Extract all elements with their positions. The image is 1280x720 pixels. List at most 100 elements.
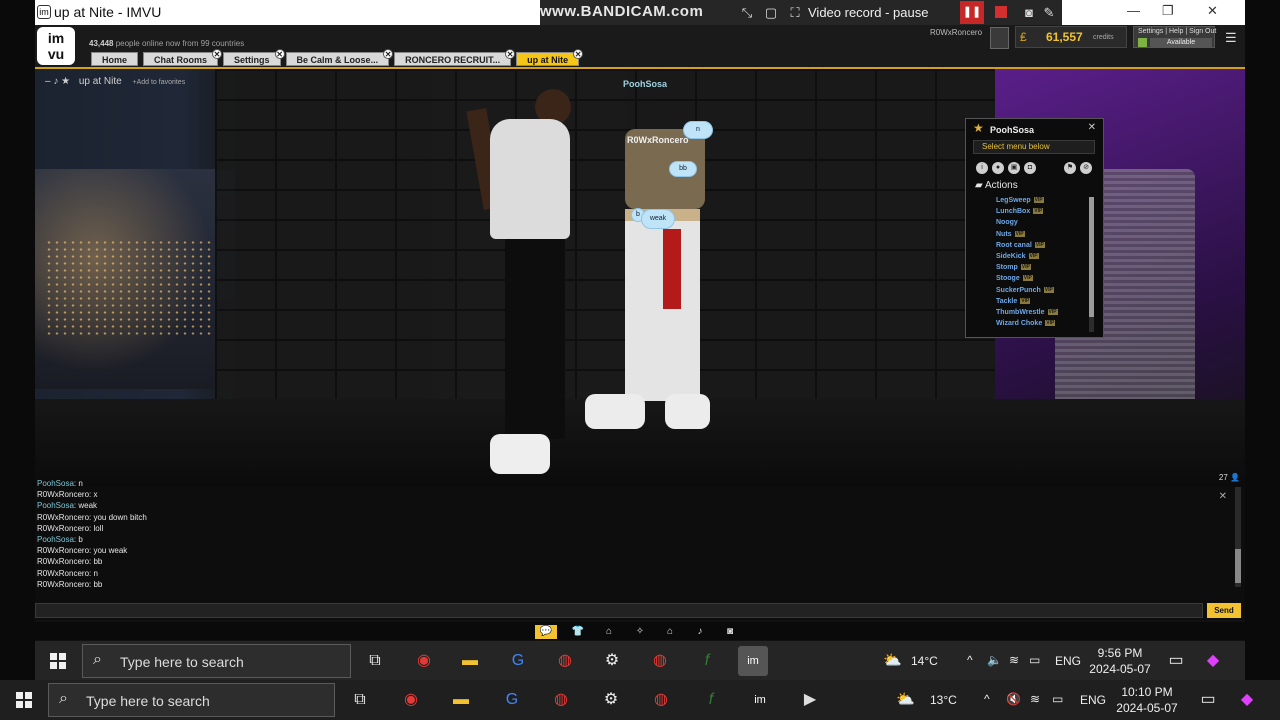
action-item[interactable]: SideKick VIP xyxy=(996,252,1086,264)
close-tab-icon[interactable]: ✕ xyxy=(573,49,584,59)
pen-icon[interactable]: ✎ xyxy=(1040,4,1058,22)
menu-scrollbar[interactable] xyxy=(1089,197,1094,332)
gift-icon[interactable]: ▣ xyxy=(1008,162,1020,174)
mute-icon[interactable]: 🔇 xyxy=(1006,692,1021,706)
minus-icon[interactable]: – xyxy=(45,76,51,87)
fullscreen-icon[interactable]: ⛶ xyxy=(786,4,804,22)
action-item[interactable]: Noogy xyxy=(996,219,1086,230)
close-tab-icon[interactable]: ✕ xyxy=(383,49,394,59)
availability-select[interactable]: Available xyxy=(1150,38,1212,47)
chevron-up-icon[interactable]: ^ xyxy=(984,692,990,706)
close-tab-icon[interactable]: ✕ xyxy=(274,49,285,59)
search-box[interactable]: ⌕ Type here to search xyxy=(48,683,335,717)
volume-icon[interactable]: 🔈 xyxy=(987,653,1002,667)
google-icon[interactable]: G xyxy=(503,646,533,676)
chevron-up-icon[interactable]: ^ xyxy=(967,653,973,667)
tab-be-calm[interactable]: Be Calm & Loose... ✕ xyxy=(285,49,394,66)
close-tab-icon[interactable]: ✕ xyxy=(505,49,516,59)
nametag-roncero[interactable]: R0WxRoncero xyxy=(627,135,689,145)
minimize-icon[interactable]: — xyxy=(1127,3,1140,18)
chrome-icon[interactable]: ◍ xyxy=(645,646,675,676)
scroll-thumb[interactable] xyxy=(1089,197,1094,317)
stop-button[interactable] xyxy=(995,6,1007,18)
pose-icon[interactable]: ✧ xyxy=(629,625,651,639)
room-scene[interactable]: PoohSosa R0WxRoncero n bb b weak – ♪ ★ u… xyxy=(35,69,1245,487)
resize-icon[interactable]: ⤡ xyxy=(738,4,756,22)
tab-home[interactable]: Home xyxy=(91,52,139,66)
photo-icon[interactable]: ◘ xyxy=(1024,162,1036,174)
pause-button[interactable]: ❚❚ xyxy=(960,1,984,24)
chat-scrollbar[interactable] xyxy=(1235,487,1241,587)
notification-icon[interactable]: ▭ xyxy=(1193,685,1223,715)
clock[interactable]: 9:56 PM 2024-05-07 xyxy=(1085,645,1155,677)
chat-username[interactable]: R0WxRoncero xyxy=(37,569,89,578)
actions-header[interactable]: ▰ Actions xyxy=(975,180,1018,191)
task-view-icon[interactable]: ⧉ xyxy=(345,685,375,715)
settings-gear-icon[interactable]: ⚙ xyxy=(597,646,627,676)
action-item[interactable]: Stomp VIP xyxy=(996,264,1086,275)
wifi-icon[interactable]: ≋ xyxy=(1030,692,1040,706)
battery-icon[interactable]: ▭ xyxy=(1052,692,1063,706)
windows-start-icon[interactable] xyxy=(50,653,66,669)
task-view-icon[interactable]: ⧉ xyxy=(360,646,390,676)
chat-username[interactable]: R0WxRoncero xyxy=(37,490,89,499)
camera-icon[interactable]: ◙ xyxy=(1020,4,1038,22)
outfit-icon[interactable]: 👕 xyxy=(567,625,589,639)
hanger-icon[interactable]: ⌂ xyxy=(598,625,620,639)
weather-icon[interactable]: ⛅ xyxy=(896,690,915,708)
menu-select[interactable]: Select menu below xyxy=(973,140,1095,154)
chat-username[interactable]: R0WxRoncero xyxy=(37,546,89,555)
chrome-icon[interactable]: ◍ xyxy=(646,685,676,715)
restore-icon[interactable]: ❐ xyxy=(1162,3,1174,19)
battery-icon[interactable]: ▭ xyxy=(1029,653,1040,667)
weather-icon[interactable]: ⛅ xyxy=(883,651,902,669)
username[interactable]: R0WxRoncero xyxy=(930,28,982,37)
action-item[interactable]: Root canal VIP xyxy=(996,241,1086,253)
tab-up-at-nite[interactable]: up at Nite ✕ xyxy=(516,49,584,66)
search-box[interactable]: ⌕ Type here to search xyxy=(82,644,351,678)
chrome-icon[interactable]: ◍ xyxy=(546,685,576,715)
avatar[interactable] xyxy=(990,27,1009,49)
record-icon[interactable]: ◉ xyxy=(396,685,426,715)
record-icon[interactable]: ◉ xyxy=(409,646,439,676)
ffnote-icon[interactable]: f xyxy=(696,685,726,715)
star-icon[interactable]: ★ xyxy=(61,76,70,87)
tab-chat-rooms[interactable]: Chat Rooms ✕ xyxy=(143,49,223,66)
close-chat-icon[interactable]: ✕ xyxy=(1219,491,1227,502)
imvu-task-icon[interactable]: im xyxy=(738,646,768,676)
chat-username[interactable]: R0WxRoncero xyxy=(37,524,89,533)
close-icon[interactable]: ✕ xyxy=(1088,122,1096,133)
action-item[interactable]: Stooge VIP xyxy=(996,275,1086,286)
account-links[interactable]: Settings | Help | Sign Out xyxy=(1138,28,1216,35)
send-button[interactable]: Send xyxy=(1207,603,1241,618)
media-player-icon[interactable]: ▶ xyxy=(795,685,825,715)
imvu-task-icon[interactable]: im xyxy=(745,685,775,715)
camera-icon[interactable]: ◙ xyxy=(719,625,741,639)
notification-icon[interactable]: ▭ xyxy=(1161,646,1191,676)
chat-username[interactable]: R0WxRoncero xyxy=(37,580,89,589)
chat-username[interactable]: PoohSosa xyxy=(37,479,74,488)
action-item[interactable]: Nuts VIP xyxy=(996,230,1086,242)
flag-icon[interactable]: ⚑ xyxy=(1064,162,1076,174)
credits-box[interactable]: ₤ 61,557 credits xyxy=(1015,26,1127,48)
avatar-poohsosa[interactable] xyxy=(585,129,715,449)
action-item[interactable]: ThumbWrestle VIP xyxy=(996,308,1086,320)
chat-bubble-icon[interactable]: 💬 xyxy=(535,625,557,639)
chrome-icon[interactable]: ◍ xyxy=(550,646,580,676)
imvu-logo[interactable]: im vu xyxy=(37,27,75,65)
capture-region-icon[interactable]: ▢ xyxy=(762,4,780,22)
room-icon[interactable]: ⌂ xyxy=(659,625,681,639)
close-icon[interactable]: ✕ xyxy=(1207,3,1218,19)
block-icon[interactable]: ⊘ xyxy=(1080,162,1092,174)
windows-start-icon[interactable] xyxy=(16,692,32,708)
scroll-thumb[interactable] xyxy=(1235,549,1241,583)
chat-username[interactable]: PoohSosa xyxy=(37,535,74,544)
ffnote-icon[interactable]: f xyxy=(692,646,722,676)
chat-input[interactable] xyxy=(35,603,1203,618)
action-item[interactable]: Tackle VIP xyxy=(996,297,1086,309)
chat-username[interactable]: R0WxRoncero xyxy=(37,557,89,566)
action-item[interactable]: LunchBox VIP xyxy=(996,208,1086,219)
settings-gear-icon[interactable]: ⚙ xyxy=(596,685,626,715)
hamburger-menu-icon[interactable]: ☰ xyxy=(1225,30,1237,46)
tab-settings[interactable]: Settings ✕ xyxy=(223,49,285,66)
